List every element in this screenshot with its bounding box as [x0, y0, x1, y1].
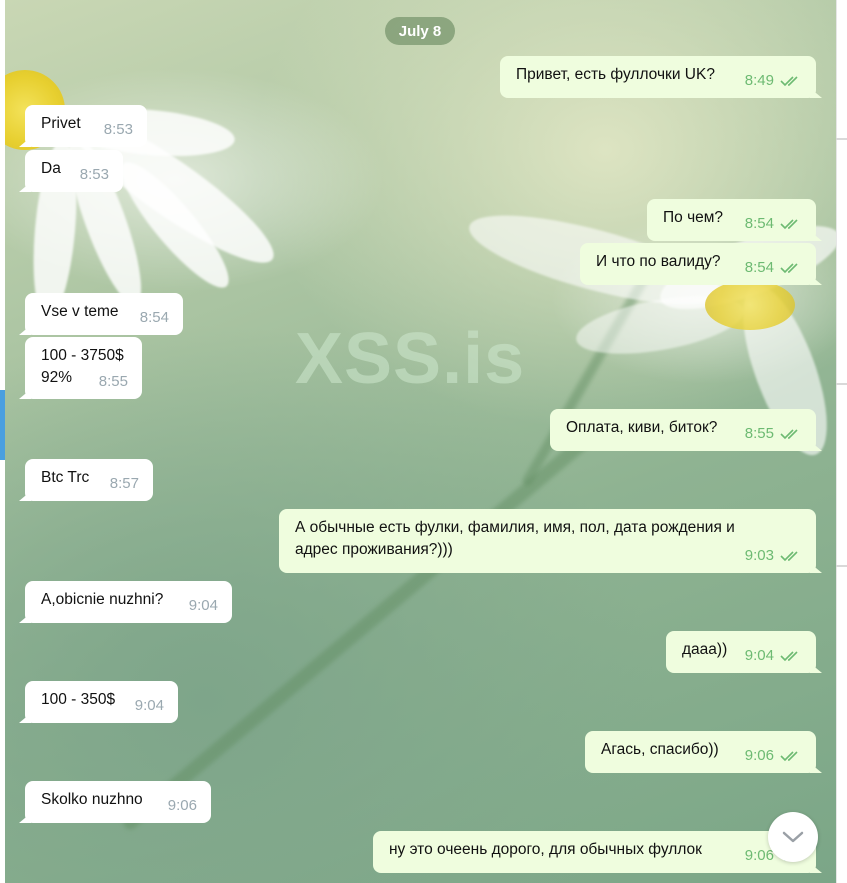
left-edge-accent	[0, 390, 5, 460]
message-time: 8:57	[109, 475, 139, 492]
incoming-message[interactable]: Vse v teme 8:54	[25, 293, 183, 335]
page-edge-tick	[836, 565, 847, 567]
outgoing-message[interactable]: ну это очеень дорого, для обычных фуллок…	[373, 831, 816, 873]
page-edge-tick	[836, 138, 847, 140]
message-meta: 8:55	[99, 371, 128, 393]
message-meta: 9:04	[189, 595, 218, 617]
message-time: 8:49	[744, 72, 774, 89]
read-checkmarks-icon	[780, 76, 798, 87]
message-meta: 8:54	[745, 257, 802, 279]
incoming-message[interactable]: Da 8:53	[25, 150, 123, 192]
outgoing-message[interactable]: дааа)) 9:04	[666, 631, 816, 673]
message-meta: 8:57	[110, 473, 139, 495]
incoming-message[interactable]: A,obicnie nuzhni? 9:04	[25, 581, 232, 623]
message-meta: 8:53	[104, 119, 133, 141]
message-time: 9:04	[134, 697, 164, 714]
outgoing-message[interactable]: Привет, есть фуллочки UK? 8:49	[500, 56, 816, 98]
message-meta: 8:49	[745, 70, 802, 92]
message-time: 9:06	[744, 847, 774, 864]
date-badge: July 8	[385, 17, 455, 45]
message-time: 9:06	[744, 747, 774, 764]
message-time: 8:54	[139, 309, 169, 326]
message-time: 8:54	[744, 259, 774, 276]
message-meta: 9:03	[745, 545, 802, 567]
watermark: XSS.is	[295, 319, 526, 399]
page-edge	[836, 0, 837, 883]
incoming-message[interactable]: 100 - 3750$ 92% 8:55	[25, 337, 142, 399]
read-checkmarks-icon	[780, 263, 798, 274]
page-edge-tick	[836, 383, 847, 385]
message-time: 9:04	[188, 597, 218, 614]
message-time: 8:55	[98, 373, 128, 390]
message-meta: 8:54	[140, 307, 169, 329]
read-checkmarks-icon	[780, 429, 798, 440]
message-meta: 9:06	[745, 745, 802, 767]
incoming-message[interactable]: Skolko nuzhno 9:06	[25, 781, 211, 823]
chat-area: XSS.is July 8 Привет, есть фуллочки UK? 8…	[5, 0, 836, 883]
message-time: 9:06	[167, 797, 197, 814]
outgoing-message[interactable]: По чем? 8:54	[647, 199, 816, 241]
read-checkmarks-icon	[780, 551, 798, 562]
message-time: 8:54	[744, 215, 774, 232]
read-checkmarks-icon	[780, 219, 798, 230]
message-meta: 8:55	[745, 423, 802, 445]
message-meta: 8:53	[80, 164, 109, 186]
outgoing-message[interactable]: А обычные есть фулки, фамилия, имя, пол,…	[279, 509, 816, 573]
message-meta: 9:04	[135, 695, 164, 717]
chevron-down-icon	[782, 831, 804, 843]
message-time: 8:55	[744, 425, 774, 442]
message-meta: 9:06	[168, 795, 197, 817]
message-text: А обычные есть фулки, фамилия, имя, пол,…	[295, 519, 735, 558]
outgoing-message[interactable]: Агась, спасибо)) 9:06	[585, 731, 816, 773]
outgoing-message[interactable]: И что по валиду? 8:54	[580, 243, 816, 285]
outgoing-message[interactable]: Оплата, киви, биток? 8:55	[550, 409, 816, 451]
message-meta: 9:04	[745, 645, 802, 667]
incoming-message[interactable]: Privet 8:53	[25, 105, 147, 147]
read-checkmarks-icon	[780, 751, 798, 762]
message-time: 9:04	[744, 647, 774, 664]
incoming-message[interactable]: Btc Trc 8:57	[25, 459, 153, 501]
message-meta: 8:54	[745, 213, 802, 235]
incoming-message[interactable]: 100 - 350$ 9:04	[25, 681, 178, 723]
message-time: 8:53	[103, 121, 133, 138]
message-time: 8:53	[79, 166, 109, 183]
read-checkmarks-icon	[780, 651, 798, 662]
message-time: 9:03	[744, 547, 774, 564]
scroll-to-bottom-button[interactable]	[768, 812, 818, 862]
message-text: ну это очеень дорого, для обычных фуллок	[389, 841, 702, 858]
